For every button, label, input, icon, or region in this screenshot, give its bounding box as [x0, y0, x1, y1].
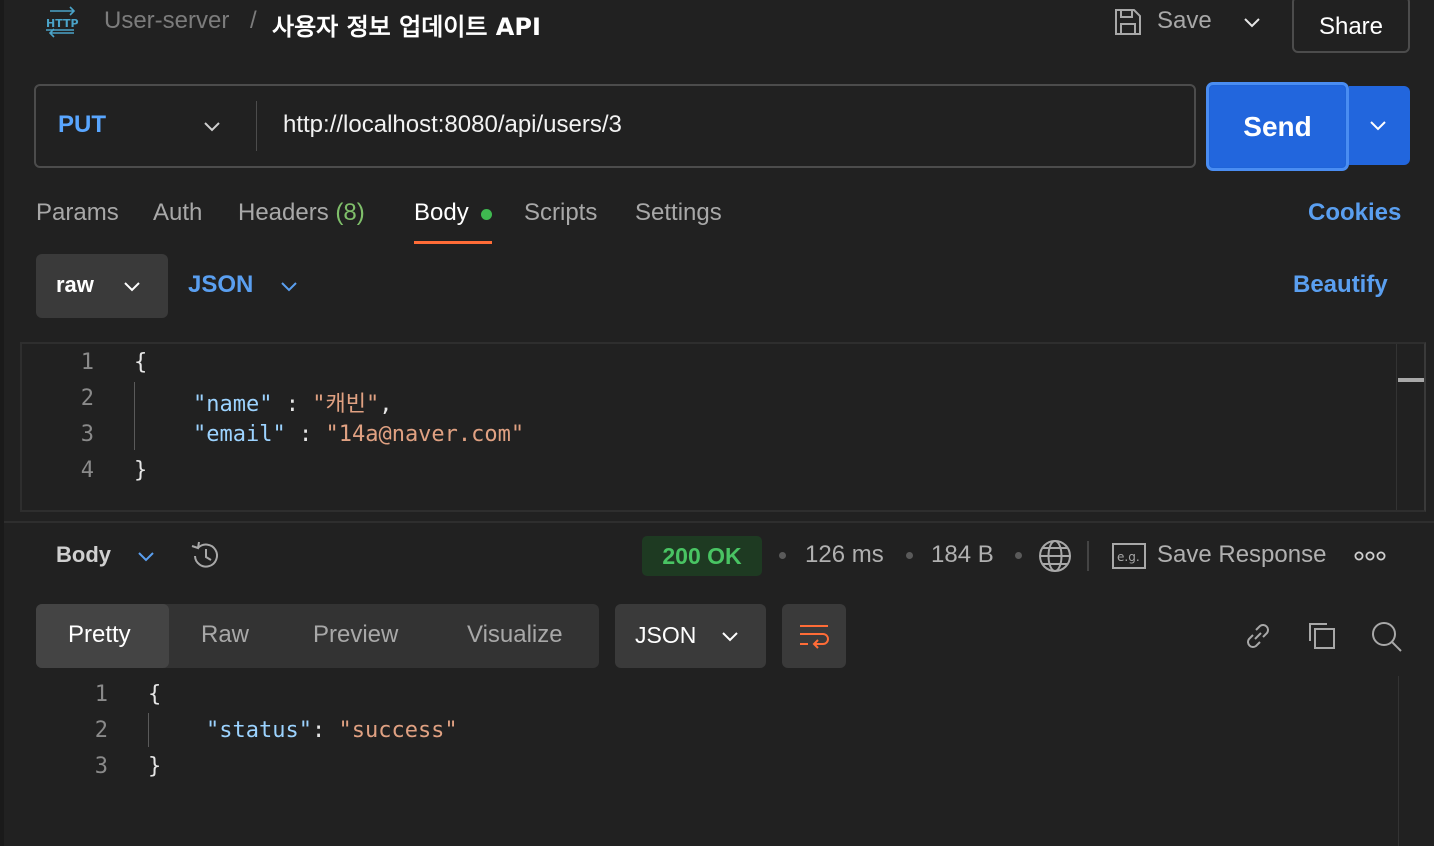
- globe-icon[interactable]: [1036, 537, 1074, 575]
- body-mode-label: raw: [56, 272, 94, 297]
- view-tab-pretty[interactable]: Pretty: [68, 621, 131, 649]
- json-colon: :: [311, 718, 339, 743]
- history-icon[interactable]: [188, 538, 224, 574]
- line-number: 2: [80, 386, 94, 411]
- share-label: Share: [1318, 12, 1384, 40]
- json-value: "success": [338, 718, 458, 743]
- editor-scrollbar[interactable]: [1396, 344, 1397, 510]
- separator-dot: [1015, 552, 1022, 559]
- svg-text:HTTP: HTTP: [46, 17, 79, 30]
- example-icon: e.g.: [1112, 543, 1146, 569]
- pane-splitter[interactable]: [4, 521, 1434, 523]
- code-open-brace: {: [134, 350, 148, 375]
- url-divider: [256, 101, 257, 151]
- json-colon: :: [272, 392, 313, 417]
- url-input[interactable]: http://localhost:8080/api/users/3: [283, 111, 622, 139]
- line-number: 1: [80, 350, 94, 375]
- body-modified-dot: [481, 209, 492, 220]
- save-response-button[interactable]: Save Response: [1157, 541, 1326, 569]
- line-number: 1: [94, 682, 108, 707]
- breadcrumb-separator: /: [250, 7, 257, 34]
- separator-dot: [779, 552, 786, 559]
- headers-count: (8): [335, 199, 365, 226]
- save-icon[interactable]: [1112, 6, 1144, 38]
- method-select[interactable]: PUT: [58, 111, 106, 139]
- body-language-select[interactable]: JSON: [188, 271, 253, 299]
- send-button[interactable]: Send: [1210, 86, 1345, 167]
- code-line-status: "status": "success": [206, 718, 458, 743]
- response-section-select[interactable]: Body: [56, 542, 111, 568]
- wrap-lines-icon: [800, 625, 829, 649]
- code-close-brace: }: [148, 754, 162, 779]
- json-key: "status": [206, 718, 312, 743]
- code-line-email: "email" : "14a@naver.com": [193, 422, 524, 447]
- line-number: 3: [80, 422, 94, 447]
- active-tab-indicator: [414, 241, 492, 244]
- link-icon[interactable]: [1240, 618, 1276, 654]
- view-tab-preview[interactable]: Preview: [313, 621, 398, 649]
- response-format-label: JSON: [635, 622, 697, 648]
- json-comma: ,: [379, 392, 393, 417]
- line-number: 4: [80, 458, 94, 483]
- code-close-brace: }: [134, 458, 148, 483]
- editor-scroll-thumb[interactable]: [1398, 378, 1424, 382]
- send-label: Send: [1243, 110, 1312, 142]
- response-time[interactable]: 126 ms: [805, 541, 884, 569]
- meta-separator: [1087, 541, 1089, 571]
- tab-settings[interactable]: Settings: [635, 199, 722, 227]
- beautify-button[interactable]: Beautify: [1293, 271, 1388, 299]
- chevron-down-icon[interactable]: [134, 544, 158, 568]
- left-rail: [0, 0, 4, 846]
- indent-guide: [134, 382, 135, 450]
- status-badge[interactable]: 200 OK: [642, 536, 762, 576]
- search-icon[interactable]: [1367, 617, 1405, 655]
- separator-dot: [906, 552, 913, 559]
- tab-body[interactable]: Body: [414, 199, 469, 227]
- json-value: "14a@naver.com": [325, 422, 525, 447]
- json-colon: :: [285, 422, 326, 447]
- json-value: "캐빈": [312, 392, 380, 417]
- tab-scripts[interactable]: Scripts: [524, 199, 597, 227]
- copy-icon[interactable]: [1304, 618, 1340, 654]
- breadcrumb-collection[interactable]: User-server: [104, 7, 229, 35]
- save-button[interactable]: Save: [1157, 7, 1212, 35]
- chevron-down-icon[interactable]: [1366, 113, 1390, 137]
- chevron-down-icon[interactable]: [277, 274, 301, 298]
- json-key: "email": [193, 422, 286, 447]
- more-options-icon[interactable]: [1354, 549, 1386, 563]
- code-line-name: "name" : "캐빈",: [193, 386, 392, 418]
- share-button[interactable]: Share: [1292, 0, 1410, 53]
- view-tab-visualize[interactable]: Visualize: [467, 621, 563, 649]
- request-name[interactable]: 사용자 정보 업데이트 API: [272, 7, 541, 42]
- tab-headers[interactable]: Headers (8): [238, 199, 365, 227]
- tab-headers-label: Headers: [238, 199, 329, 226]
- svg-text:e.g.: e.g.: [1117, 550, 1140, 564]
- indent-guide: [148, 713, 149, 747]
- chevron-down-icon[interactable]: [120, 274, 144, 298]
- response-scrollbar[interactable]: [1398, 676, 1399, 846]
- tab-params[interactable]: Params: [36, 199, 119, 227]
- json-key: "name": [193, 392, 273, 417]
- chevron-down-icon[interactable]: [200, 114, 224, 138]
- response-size[interactable]: 184 B: [931, 541, 994, 569]
- chevron-down-icon[interactable]: [1240, 10, 1264, 34]
- tab-auth[interactable]: Auth: [153, 199, 202, 227]
- http-icon: HTTP: [46, 6, 79, 38]
- cookies-link[interactable]: Cookies: [1308, 199, 1401, 227]
- view-tab-raw[interactable]: Raw: [201, 621, 249, 649]
- line-number: 3: [94, 754, 108, 779]
- chevron-down-icon[interactable]: [718, 624, 742, 648]
- line-number: 2: [94, 718, 108, 743]
- code-open-brace: {: [148, 682, 162, 707]
